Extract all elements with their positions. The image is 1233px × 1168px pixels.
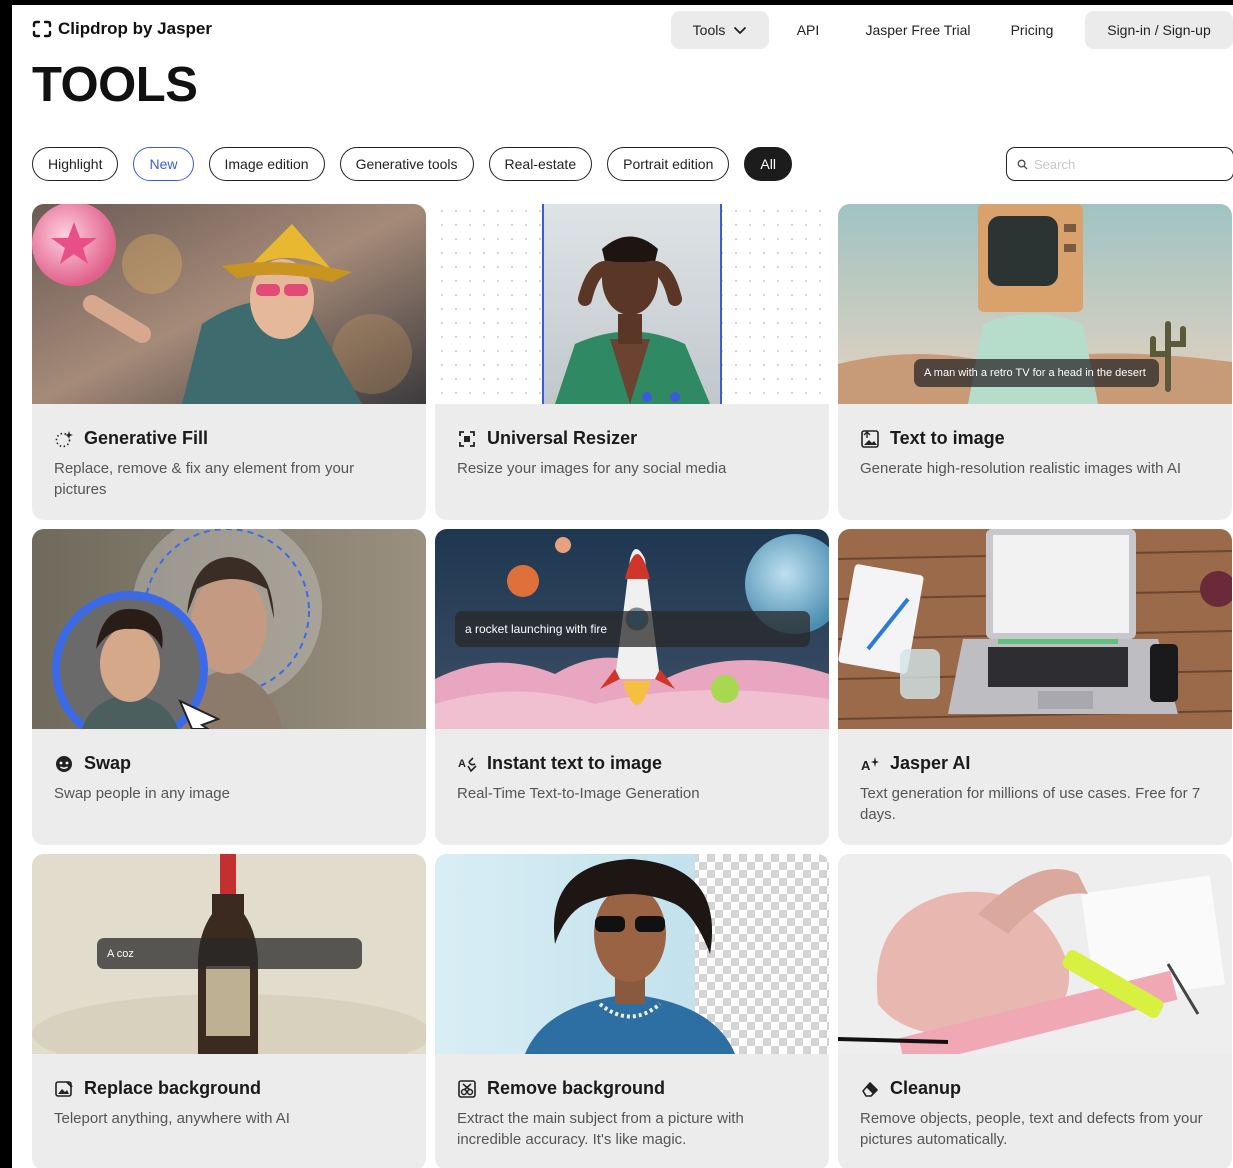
sparkle-dotted-circle-icon <box>55 430 73 447</box>
card-description: Real-Time Text-to-Image Generation <box>457 785 700 802</box>
card-title: Remove background <box>487 1078 666 1098</box>
card-title-row: Swap <box>54 753 131 774</box>
brand-logo[interactable]: Clipdrop by Jasper <box>32 19 212 39</box>
filter-all[interactable]: All <box>744 147 792 181</box>
tools-grid: Generative Fill Replace, remove & fix an… <box>32 204 1232 1168</box>
tool-card-replace-background[interactable]: A coz Replace background Teleport anythi… <box>32 854 426 1168</box>
card-title: Generative Fill <box>84 428 209 448</box>
filter-real-estate[interactable]: Real-estate <box>488 147 593 181</box>
instant-text-icon: A <box>458 756 477 772</box>
tool-card-text-to-image[interactable]: A man with a retro TV for a head in the … <box>838 204 1232 520</box>
search-icon <box>1017 159 1028 169</box>
tools-label: Tools <box>692 22 726 38</box>
tool-card-remove-background[interactable]: Remove background Extract the main subje… <box>435 854 829 1168</box>
filter-generative-tools[interactable]: Generative tools <box>339 147 474 181</box>
card-description: Teleport anything, anywhere with AI <box>54 1110 290 1127</box>
clipdrop-logo-icon <box>32 20 52 38</box>
generative-fill-thumbnail <box>32 204 426 404</box>
tool-card-instant-text-to-image[interactable]: a rocket launching with fire A Instant t… <box>435 529 829 845</box>
tool-card-cleanup[interactable]: Cleanup Remove objects, people, text and… <box>838 854 1232 1168</box>
card-description: Remove objects, people, text and defects… <box>860 1110 1203 1148</box>
card-title-row: Generative Fill <box>54 428 208 449</box>
page: Clipdrop by Jasper Tools API Jasper Free… <box>12 5 1233 1168</box>
card-title: Instant text to image <box>487 753 663 773</box>
text-to-image-thumbnail: A man with a retro TV for a head in the … <box>838 204 1232 404</box>
brand-name: Clipdrop by Jasper <box>58 19 212 38</box>
card-description: Replace, remove & fix any element from y… <box>54 460 355 498</box>
tool-card-universal-resizer[interactable]: Universal Resizer Resize your images for… <box>435 204 829 520</box>
svg-text:A: A <box>861 758 871 773</box>
card-title: Replace background <box>84 1078 262 1098</box>
jasper-free-trial-link[interactable]: Jasper Free Trial <box>851 11 985 49</box>
sign-in-button[interactable]: Sign-in / Sign-up <box>1085 11 1233 49</box>
card-title-row: Remove background <box>457 1078 665 1099</box>
card-title-row: Replace background <box>54 1078 261 1099</box>
card-title-row: A Jasper AI <box>860 753 970 774</box>
card-title-row: Cleanup <box>860 1078 961 1099</box>
card-description: Swap people in any image <box>54 785 230 802</box>
tool-card-swap[interactable]: Swap Swap people in any image <box>32 529 426 845</box>
card-title: Jasper AI <box>890 753 971 773</box>
card-description: Text generation for millions of use case… <box>860 785 1201 823</box>
top-nav: Tools API Jasper Free Trial Pricing Sign… <box>671 11 1233 49</box>
resize-frame-icon <box>459 430 475 447</box>
card-description: Resize your images for any social media <box>457 460 727 477</box>
card-description: Extract the main subject from a picture … <box>457 1110 744 1148</box>
face-swap-icon <box>56 755 72 772</box>
card-title-row: Universal Resizer <box>457 428 637 449</box>
cutout-icon <box>458 1079 476 1098</box>
search-input[interactable] <box>1034 156 1214 172</box>
svg-text:A: A <box>458 758 466 770</box>
swap-thumbnail <box>32 529 426 729</box>
filter-new[interactable]: New <box>133 147 194 181</box>
universal-resizer-thumbnail <box>435 204 829 404</box>
prompt-overlay: a rocket launching with fire <box>455 611 810 647</box>
image-edit-icon <box>55 1080 73 1097</box>
card-title: Swap <box>84 753 132 773</box>
card-title-row: Text to image <box>860 428 1005 449</box>
replace-background-thumbnail: A coz <box>32 854 426 1054</box>
cleanup-thumbnail <box>838 854 1232 1054</box>
instant-text-to-image-thumbnail: a rocket launching with fire <box>435 529 829 729</box>
card-title: Universal Resizer <box>487 428 638 448</box>
filter-image-edition[interactable]: Image edition <box>208 147 325 181</box>
jasper-ai-thumbnail <box>838 529 1232 729</box>
tools-dropdown-button[interactable]: Tools <box>671 11 769 49</box>
filter-highlight[interactable]: Highlight <box>32 147 119 181</box>
search-box[interactable] <box>1006 147 1233 181</box>
tool-card-jasper-ai[interactable]: A Jasper AI Text generation for millions… <box>838 529 1232 845</box>
card-title: Cleanup <box>890 1078 962 1098</box>
eraser-icon <box>862 1081 878 1097</box>
card-title: Text to image <box>890 428 1005 448</box>
text-image-icon <box>861 429 879 448</box>
pricing-link[interactable]: Pricing <box>993 11 1071 49</box>
card-description: Generate high-resolution realistic image… <box>860 460 1181 477</box>
page-title: TOOLS <box>32 58 198 112</box>
filter-bar: Highlight New Image edition Generative t… <box>32 147 792 181</box>
ai-sparkle-icon: A <box>861 756 879 773</box>
header: Clipdrop by Jasper Tools API Jasper Free… <box>12 5 1233 55</box>
api-link[interactable]: API <box>777 11 839 49</box>
filter-portrait-edition[interactable]: Portrait edition <box>607 147 730 181</box>
remove-background-thumbnail <box>435 854 829 1054</box>
chevron-down-icon <box>734 27 747 34</box>
card-title-row: A Instant text to image <box>457 753 662 774</box>
tool-card-generative-fill[interactable]: Generative Fill Replace, remove & fix an… <box>32 204 426 520</box>
prompt-overlay: A coz <box>97 938 362 969</box>
prompt-overlay: A man with a retro TV for a head in the … <box>914 359 1159 387</box>
